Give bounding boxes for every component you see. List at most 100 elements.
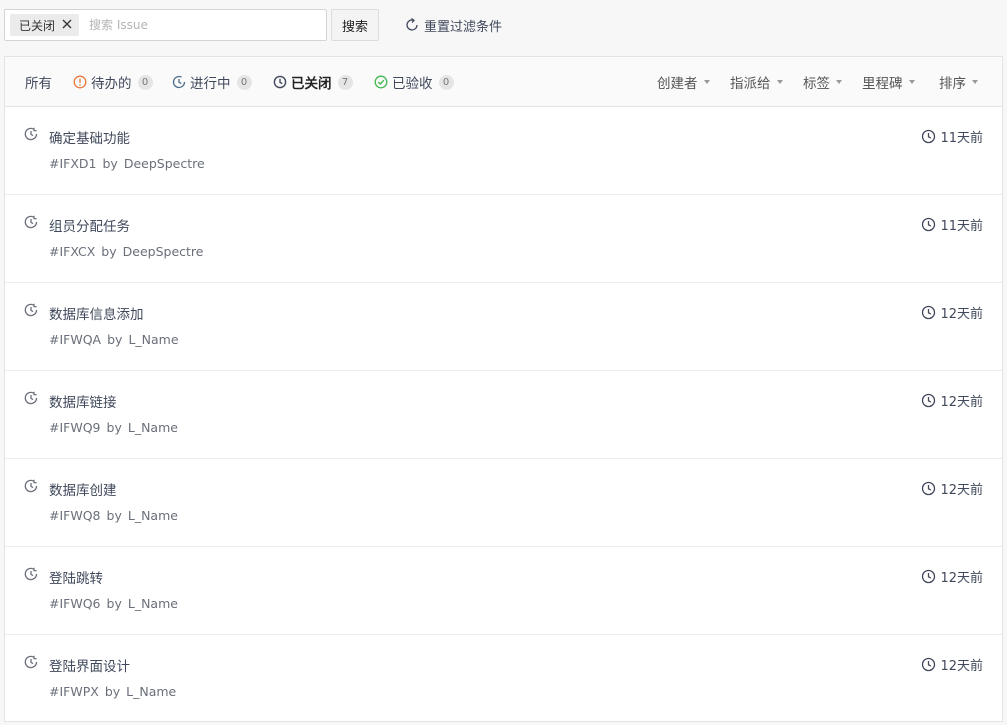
issue-author[interactable]: L_Name — [128, 508, 178, 523]
issue-meta: #IFXD1 by DeepSpectre — [49, 156, 211, 171]
issue-title[interactable]: 数据库链接 — [49, 391, 117, 411]
closed-clock-icon — [23, 654, 39, 670]
time-label: 11天前 — [940, 219, 983, 234]
time-label: 12天前 — [940, 571, 983, 586]
issue-author[interactable]: DeepSpectre — [123, 244, 204, 259]
tab-closed[interactable]: 已关闭 7 — [273, 72, 353, 92]
state-tabs: 所有 待办的 0 进行中 0 已关闭 7 已验收 0 创建者 指派给 标签 里程… — [5, 57, 1002, 107]
issue-title[interactable]: 数据库创建 — [49, 479, 117, 499]
tab-todo[interactable]: 待办的 0 — [73, 72, 153, 92]
issue-by: by — [107, 332, 123, 347]
caret-down-icon — [908, 80, 915, 84]
closed-clock-icon — [273, 75, 287, 89]
reset-filters-label: 重置过滤条件 — [424, 19, 503, 35]
tab-in-progress[interactable]: 进行中 0 — [172, 72, 252, 92]
issue-id: #IFXCX — [49, 244, 96, 259]
closed-clock-icon — [23, 302, 39, 318]
issue-title[interactable]: 登陆界面设计 — [49, 655, 130, 675]
issue-row[interactable]: 数据库链接 #IFWQ9 by L_Name 12天前 — [5, 371, 1002, 459]
issue-row[interactable]: 登陆界面设计 #IFWPX by L_Name 12天前 — [5, 635, 1002, 723]
reset-filters-link[interactable]: 重置过滤条件 — [404, 15, 502, 35]
issue-by: by — [104, 684, 121, 699]
check-circle-icon — [374, 75, 388, 89]
issue-title[interactable]: 数据库信息添加 — [49, 303, 144, 323]
issue-meta: #IFWQ6 by L_Name — [49, 596, 184, 611]
tab-label: 已关闭 — [291, 76, 332, 92]
closed-clock-icon — [23, 126, 39, 142]
sort-dropdown[interactable]: 排序 — [939, 72, 978, 92]
closed-clock-icon — [23, 478, 39, 494]
issue-author[interactable]: L_Name — [128, 596, 178, 611]
issue-row[interactable]: 数据库信息添加 #IFWQA by L_Name 12天前 — [5, 283, 1002, 371]
issue-author[interactable]: L_Name — [128, 332, 178, 347]
issue-meta: #IFWQ8 by L_Name — [49, 508, 184, 523]
search-bar: 已关闭 搜索 重置过滤条件 — [0, 0, 1007, 49]
caret-down-icon — [972, 80, 978, 84]
time-label: 12天前 — [940, 483, 983, 498]
tab-count: 7 — [337, 74, 353, 90]
filter-chip-label: 已关闭 — [19, 18, 56, 33]
issue-meta: #IFXCX by DeepSpectre — [49, 244, 209, 259]
clock-icon — [921, 393, 936, 408]
tab-count: 0 — [236, 74, 252, 90]
filter-label: 排序 — [939, 76, 966, 92]
filter-label: 指派给 — [730, 76, 771, 92]
issue-meta: #IFWQA by L_Name — [49, 332, 185, 347]
tab-label: 所有 — [25, 76, 52, 92]
clock-icon — [921, 481, 936, 496]
search-button[interactable]: 搜索 — [331, 9, 379, 41]
issue-meta: #IFWQ9 by L_Name — [49, 420, 184, 435]
time-label: 12天前 — [940, 395, 983, 410]
tab-all[interactable]: 所有 — [25, 72, 52, 92]
filter-assignee-dropdown[interactable]: 指派给 — [730, 72, 783, 92]
clock-icon — [921, 305, 936, 320]
close-icon[interactable] — [61, 18, 73, 33]
issue-id: #IFWQ9 — [49, 420, 101, 435]
filter-label: 创建者 — [657, 76, 698, 92]
issue-title[interactable]: 登陆跳转 — [49, 567, 103, 587]
issue-author[interactable]: DeepSpectre — [124, 156, 205, 171]
time-label: 11天前 — [940, 131, 983, 146]
issue-id: #IFWQA — [49, 332, 102, 347]
issue-id: #IFWQ8 — [49, 508, 101, 523]
issue-time: 11天前 — [921, 215, 983, 234]
issue-title[interactable]: 确定基础功能 — [49, 127, 130, 147]
tab-accepted[interactable]: 已验收 0 — [374, 72, 454, 92]
issue-row[interactable]: 数据库创建 #IFWQ8 by L_Name 12天前 — [5, 459, 1002, 547]
issue-time: 12天前 — [921, 303, 983, 322]
issue-author[interactable]: L_Name — [126, 684, 176, 699]
issue-by: by — [102, 156, 118, 171]
issue-row[interactable]: 登陆跳转 #IFWQ6 by L_Name 12天前 — [5, 547, 1002, 635]
issue-row[interactable]: 确定基础功能 #IFXD1 by DeepSpectre 11天前 — [5, 107, 1002, 195]
issue-by: by — [106, 420, 122, 435]
filter-label-dropdown[interactable]: 标签 — [803, 72, 842, 92]
issue-row[interactable]: 组员分配任务 #IFXCX by DeepSpectre 11天前 — [5, 195, 1002, 283]
issue-title[interactable]: 组员分配任务 — [49, 215, 130, 235]
clock-icon — [921, 569, 936, 584]
filter-creator-dropdown[interactable]: 创建者 — [657, 72, 710, 92]
issue-time: 12天前 — [921, 479, 983, 498]
closed-clock-icon — [23, 214, 39, 230]
search-box[interactable]: 已关闭 — [4, 9, 327, 41]
filter-chip: 已关闭 — [10, 14, 80, 36]
issue-time: 12天前 — [921, 391, 983, 410]
filter-label: 标签 — [803, 76, 830, 92]
alert-circle-icon — [73, 75, 87, 89]
clock-icon — [921, 129, 936, 144]
issue-by: by — [106, 596, 122, 611]
filter-label: 里程碑 — [862, 76, 903, 92]
issue-meta: #IFWPX by L_Name — [49, 684, 182, 699]
caret-down-icon — [836, 80, 842, 84]
issue-time: 12天前 — [921, 567, 983, 586]
filter-milestone-dropdown[interactable]: 里程碑 — [862, 72, 915, 92]
issue-author[interactable]: L_Name — [128, 420, 178, 435]
tab-label: 待办的 — [91, 76, 132, 92]
caret-down-icon — [776, 80, 783, 84]
refresh-icon — [404, 17, 420, 33]
issue-id: #IFWQ6 — [49, 596, 101, 611]
closed-clock-icon — [23, 566, 39, 582]
search-input[interactable] — [89, 15, 319, 35]
issue-by: by — [106, 508, 122, 523]
issue-time: 12天前 — [921, 655, 983, 674]
time-label: 12天前 — [940, 307, 983, 322]
